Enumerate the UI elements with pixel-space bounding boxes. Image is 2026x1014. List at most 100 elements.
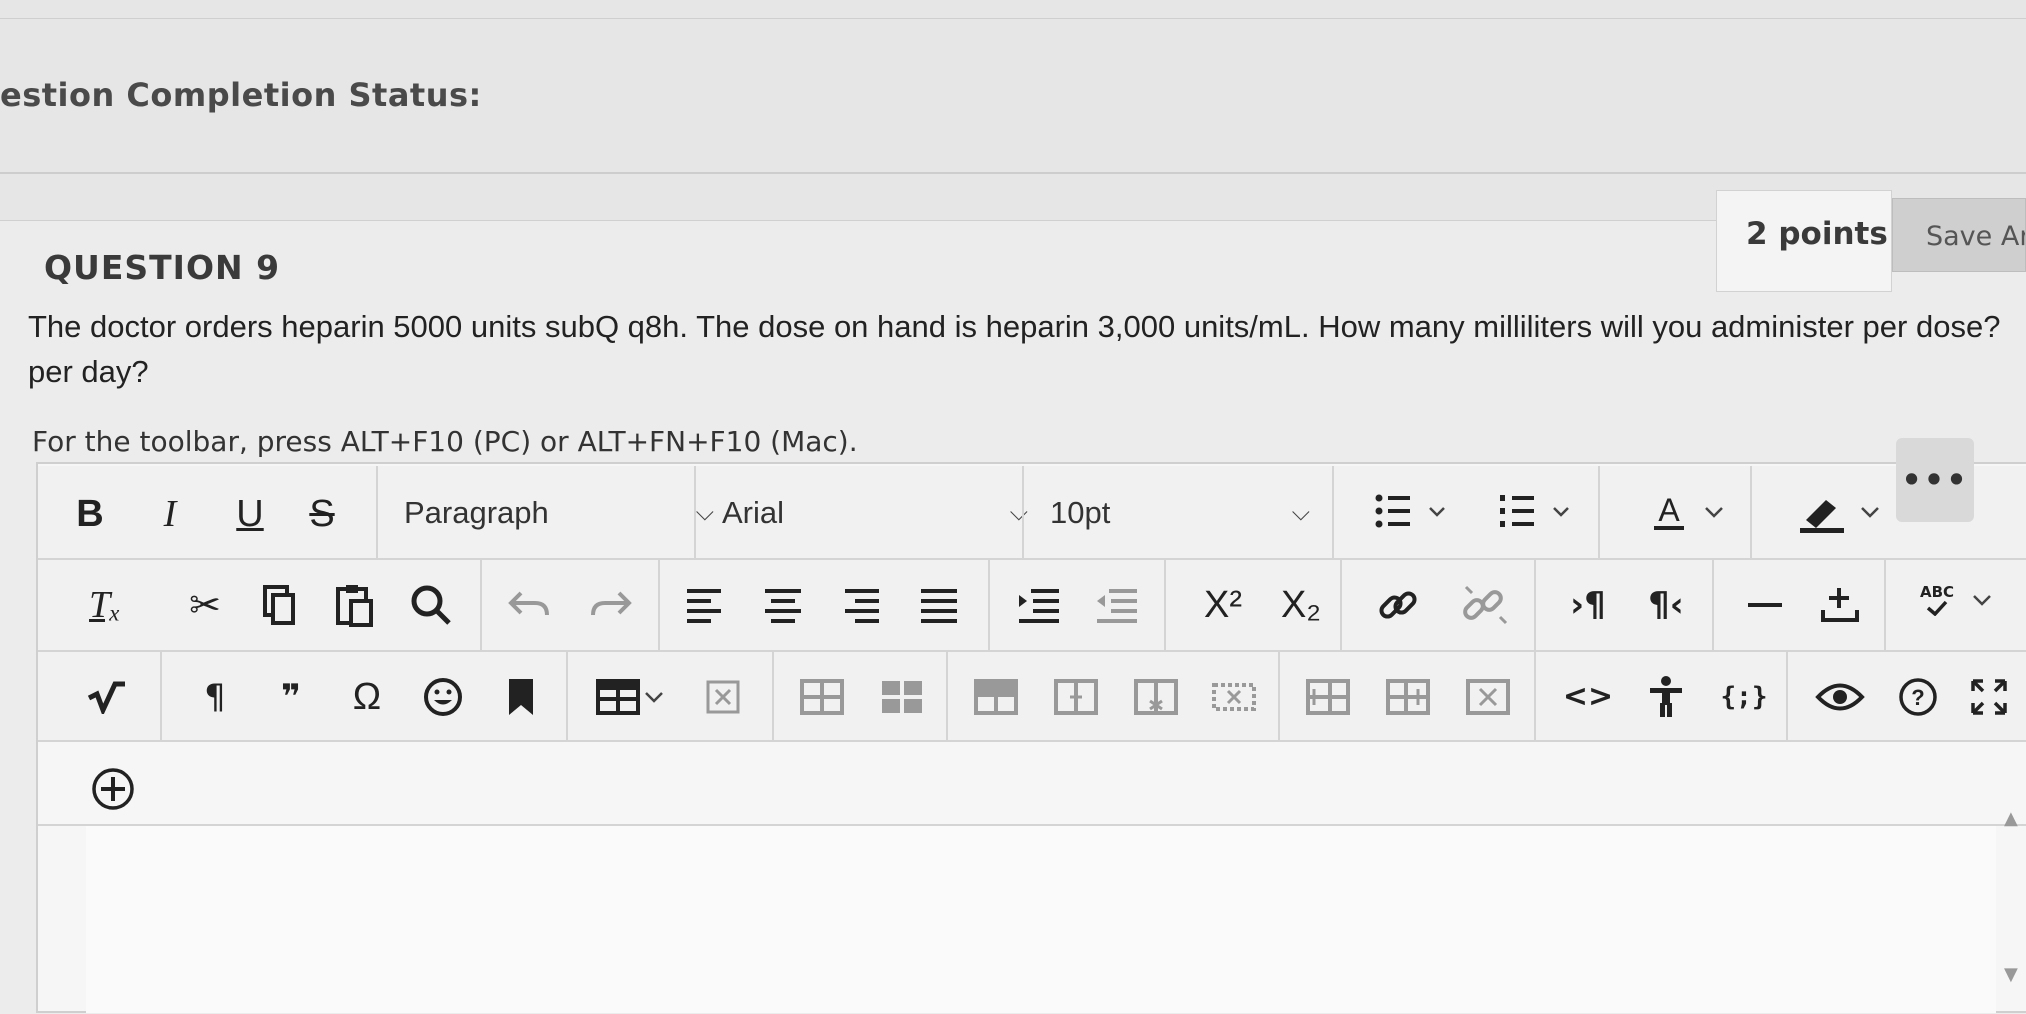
accessibility-icon [1650,676,1682,717]
numbered-list-button[interactable] [1488,484,1588,540]
numbered-list-icon [1500,495,1569,527]
paste-button[interactable] [328,580,382,630]
blockquote-button[interactable]: ❞ [264,672,318,722]
align-right-button[interactable] [834,580,888,630]
find-replace-button[interactable] [404,580,458,630]
add-content-button[interactable] [88,764,138,814]
svg-text:?: ? [1911,685,1924,710]
question-text-line-1: The doctor orders heparin 5000 units sub… [28,309,2001,344]
align-center-icon [765,589,801,623]
bullet-list-button[interactable] [1364,484,1464,540]
delete-row-icon [1134,679,1178,715]
divider [694,466,696,558]
table-row-properties-button[interactable] [794,672,850,722]
insert-column-after-button[interactable] [1380,672,1436,722]
insert-column-before-button[interactable] [1300,672,1356,722]
insert-row-before-button[interactable] [968,672,1024,722]
scissors-icon: ✂ [189,583,221,627]
insert-content-button[interactable] [1810,576,1870,632]
delete-table-button[interactable] [698,672,748,722]
left-to-right-button[interactable]: ›¶ [1558,580,1618,630]
more-options-button[interactable]: ••• [1896,438,1974,522]
fullscreen-icon [1971,679,2007,715]
subscript-button[interactable]: X₂ [1266,580,1336,630]
clear-formatting-icon: Tₓ [89,584,121,626]
divider [1598,466,1600,558]
copy-icon [263,585,295,625]
remove-link-button[interactable] [1454,580,1514,630]
bullet-list-icon [1375,494,1445,528]
editor-content-area[interactable] [86,826,1996,1013]
spellcheck-label: ABC [1919,582,1955,601]
highlight-color-button[interactable] [1776,482,1906,542]
divider [160,652,162,742]
clear-formatting-button[interactable]: Tₓ [80,580,130,630]
chevron-down-icon [645,692,663,703]
accessibility-checker-button[interactable] [1636,670,1696,724]
divider [772,652,774,742]
size-select-value: 10pt [1050,495,1111,530]
italic-button[interactable]: I [148,490,192,538]
underline-button[interactable]: U [228,490,272,538]
spellcheck-button[interactable]: ABC [1904,570,2014,630]
delete-column-button[interactable] [1460,672,1516,722]
justify-button[interactable] [912,580,966,630]
table-button[interactable] [584,672,680,722]
divider [1340,560,1342,650]
bold-button[interactable]: B [68,490,112,538]
undo-button[interactable] [502,580,556,630]
scroll-up-arrow-icon[interactable]: ▲ [2004,808,2018,829]
paragraph-select-value: Paragraph [404,495,549,530]
font-family-select[interactable]: Arial ⌵ [700,480,1046,546]
table-cell-properties-button[interactable] [874,672,930,722]
chevron-down-icon: ⌵ [1291,499,1310,526]
text-color-button[interactable]: A [1632,482,1752,542]
indent-button[interactable] [1012,580,1066,630]
align-left-button[interactable] [678,580,732,630]
insert-row-after-icon [1054,679,1098,715]
status-divider [0,172,2026,174]
delete-row-button[interactable] [1128,672,1184,722]
code-sample-button[interactable]: {;} [1712,672,1776,722]
cut-button[interactable]: ✂ [178,580,232,630]
chevron-down-icon [1861,507,1879,518]
divider [1534,652,1536,742]
divider [1884,560,1886,650]
math-equation-button[interactable] [82,672,132,722]
insert-row-after-button[interactable] [1048,672,1104,722]
scroll-down-arrow-icon[interactable]: ▼ [2004,964,2018,985]
insert-link-button[interactable] [1368,580,1428,630]
paragraph-format-select[interactable]: Paragraph ⌵ [382,480,732,546]
divider [1022,466,1024,558]
horizontal-line-icon [1748,603,1782,607]
smiley-icon [424,678,462,716]
font-size-select[interactable]: 10pt ⌵ [1028,480,1328,546]
eye-icon [1815,683,1865,711]
outdent-button[interactable] [1090,580,1144,630]
special-character-button[interactable]: Ω [340,672,394,722]
source-code-button[interactable]: <> [1558,672,1618,722]
show-blocks-button[interactable]: ¶ [188,672,242,722]
help-button[interactable]: ? [1890,672,1946,722]
preview-button[interactable] [1808,672,1872,722]
redo-button[interactable] [584,580,638,630]
divider [1712,560,1714,650]
anchor-button[interactable] [494,672,548,722]
divider [946,652,948,742]
divider [1278,652,1280,742]
right-to-left-button[interactable]: ¶‹ [1636,580,1696,630]
save-answer-button[interactable]: Save An [1892,198,2026,272]
square-root-icon [87,681,125,714]
strikethrough-button[interactable]: S [300,490,344,538]
emoticons-button[interactable] [416,672,470,722]
insert-row-before-icon [974,679,1018,715]
help-icon: ? [1899,678,1937,716]
align-center-button[interactable] [756,580,810,630]
row-properties-button[interactable] [1204,672,1264,722]
superscript-button[interactable]: X² [1188,580,1258,630]
copy-button[interactable] [252,580,306,630]
horizontal-line-button[interactable] [1740,580,1790,630]
fullscreen-button[interactable] [1962,672,2016,722]
insert-column-after-icon [1386,679,1430,715]
question-title: QUESTION 9 [44,248,281,287]
